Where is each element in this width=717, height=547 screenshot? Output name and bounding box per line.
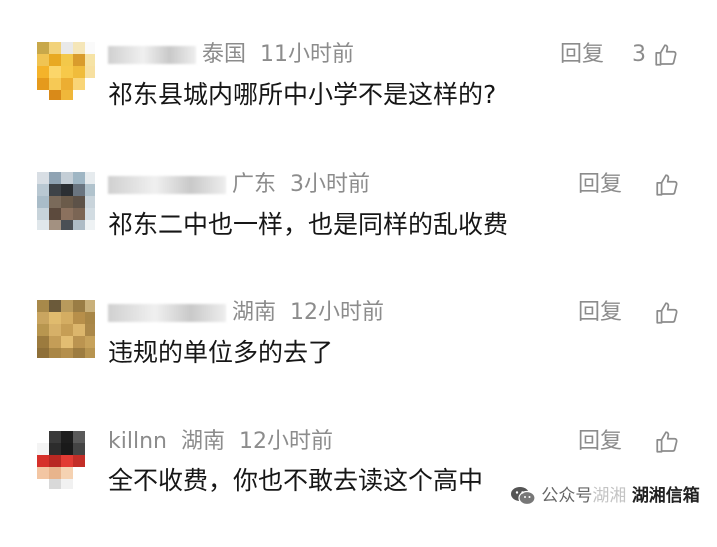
avatar[interactable] [37,42,95,100]
like-button[interactable]: 3 [632,40,679,70]
comment-item: 湖南 12小时前 违规的单位多的去了 回复 [0,298,717,418]
comment-time: 12小时前 [238,429,333,454]
username-redacted [108,176,226,194]
avatar[interactable] [37,300,95,358]
thumbs-up-icon [654,300,680,325]
reply-button[interactable]: 回复 [578,170,622,200]
avatar[interactable] [37,431,95,489]
watermark-prefix: 公众号 [541,486,593,506]
comment-time: 3小时前 [290,172,371,197]
watermark-account-name: 湖湘信箱 [631,486,700,506]
comment-item: 广东 3小时前 祁东二中也一样，也是同样的乱收费 回复 [0,170,717,290]
comment-text: 祁东二中也一样，也是同样的乱收费 [108,210,509,239]
comment-location: 泰国 [202,42,247,67]
comment-location: 湖南 [232,300,277,325]
comment-meta: 湖南 12小时前 [108,298,384,328]
avatar[interactable] [37,172,95,230]
wechat-icon [510,486,541,506]
comment-text: 违规的单位多的去了 [108,338,334,367]
like-count: 3 [632,42,646,67]
watermark-faint-text: 湖湘 [592,486,627,506]
comment-meta: 泰国 11小时前 [108,40,354,70]
reply-button[interactable]: 回复 [578,298,622,328]
reply-button[interactable]: 回复 [560,40,604,70]
comment-text: 祁东县城内哪所中小学不是这样的? [108,80,497,109]
like-button[interactable] [654,427,680,457]
thumbs-up-icon [654,429,680,454]
comment-username[interactable]: killnn [108,429,167,454]
comment-item: 泰国 11小时前 祁东县城内哪所中小学不是这样的? 回复 3 [0,40,717,160]
username-redacted [108,46,196,64]
comment-location: 广东 [232,172,277,197]
watermark: 公众号湖湘 湖湘信箱 [510,479,700,513]
comment-text: 全不收费，你也不敢去读这个高中 [108,466,484,495]
comment-meta: 广东 3小时前 [108,170,370,200]
like-button[interactable] [654,298,680,328]
comment-meta: killnn 湖南 12小时前 [108,427,333,457]
comment-time: 12小时前 [290,300,385,325]
thumbs-up-icon [653,42,679,67]
username-redacted [108,304,226,322]
comment-time: 11小时前 [260,42,355,67]
like-button[interactable] [654,170,680,200]
thumbs-up-icon [654,172,680,197]
reply-button[interactable]: 回复 [578,427,622,457]
comment-location: 湖南 [180,429,225,454]
